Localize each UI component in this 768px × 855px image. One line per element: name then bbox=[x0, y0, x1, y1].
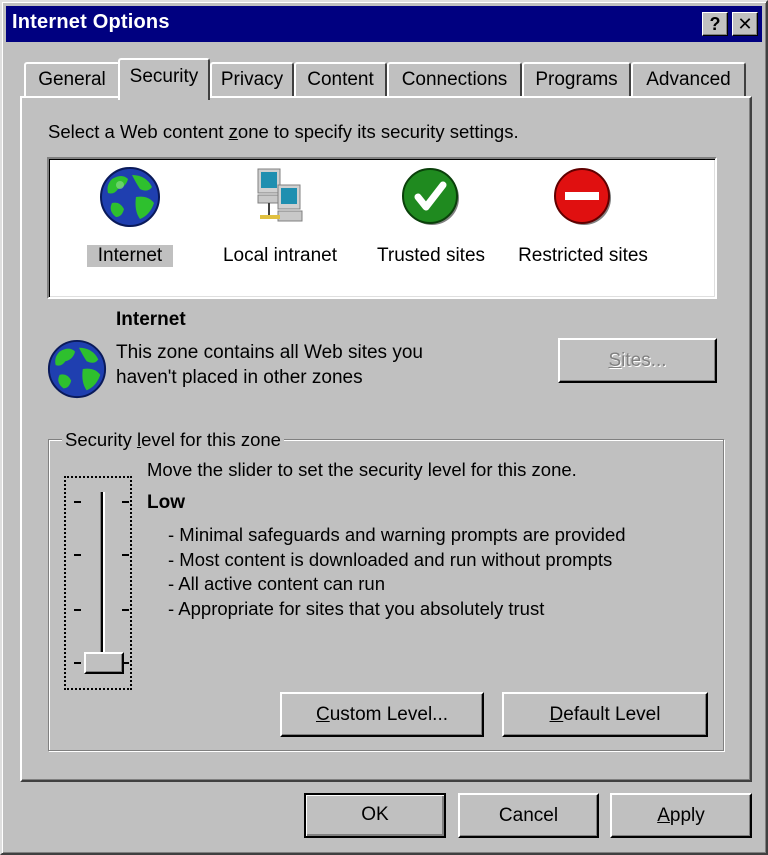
ok-button[interactable]: OK bbox=[304, 793, 446, 838]
security-level-legend: Security level for this zone bbox=[62, 429, 284, 451]
slider-thumb[interactable] bbox=[84, 652, 124, 674]
tab-strip: General Security Privacy Content Connect… bbox=[20, 58, 760, 100]
red-no-entry-icon bbox=[554, 168, 611, 225]
zone-label: Internet bbox=[87, 245, 173, 267]
help-button[interactable]: ? bbox=[702, 12, 728, 36]
window-title: Internet Options bbox=[12, 11, 170, 33]
sites-button[interactable]: Sites... bbox=[558, 338, 717, 383]
selected-zone-name: Internet bbox=[116, 309, 186, 330]
tab-privacy[interactable]: Privacy bbox=[210, 62, 294, 98]
title-bar[interactable]: Internet Options ? ✕ bbox=[6, 6, 762, 42]
tab-general[interactable]: General bbox=[24, 62, 120, 98]
slider-tick bbox=[74, 662, 81, 664]
close-button[interactable]: ✕ bbox=[732, 12, 758, 36]
custom-level-button[interactable]: Custom Level... bbox=[280, 692, 484, 737]
tab-connections[interactable]: Connections bbox=[387, 62, 522, 98]
zone-trusted-sites[interactable]: Trusted sites bbox=[371, 165, 491, 267]
zone-local-intranet[interactable]: Local intranet bbox=[215, 165, 345, 267]
zone-list[interactable]: Internet Local intranet Trusted sites Re… bbox=[47, 157, 717, 299]
cancel-button[interactable]: Cancel bbox=[458, 793, 599, 838]
security-level-description: - Minimal safeguards and warning prompts… bbox=[168, 524, 626, 619]
zone-internet[interactable]: Internet bbox=[87, 165, 173, 267]
selected-zone-description: This zone contains all Web sites you hav… bbox=[116, 342, 423, 388]
network-computers-icon bbox=[257, 168, 303, 222]
tab-programs[interactable]: Programs bbox=[522, 62, 631, 98]
slider-track bbox=[100, 492, 105, 667]
internet-options-dialog: Internet Options ? ✕ General Security Pr… bbox=[0, 0, 768, 855]
close-icon: ✕ bbox=[737, 14, 753, 34]
apply-button[interactable]: Apply bbox=[610, 793, 752, 838]
slider-tick bbox=[74, 609, 81, 611]
zone-instruction: Select a Web content zone to specify its… bbox=[48, 121, 519, 142]
zone-restricted-sites[interactable]: Restricted sites bbox=[511, 165, 655, 267]
slider-tick bbox=[74, 501, 81, 503]
default-level-button[interactable]: Default Level bbox=[502, 692, 708, 737]
slider-tick bbox=[122, 501, 129, 503]
tab-content[interactable]: Content bbox=[294, 62, 387, 98]
tab-advanced[interactable]: Advanced bbox=[631, 62, 746, 98]
selected-zone-globe-icon bbox=[47, 339, 107, 399]
help-icon: ? bbox=[709, 14, 721, 34]
zone-label: Local intranet bbox=[222, 245, 338, 266]
security-level-name: Low bbox=[147, 492, 185, 513]
zone-label: Restricted sites bbox=[518, 245, 648, 266]
slider-instruction: Move the slider to set the security leve… bbox=[147, 459, 577, 480]
slider-tick bbox=[74, 554, 81, 556]
slider-tick bbox=[122, 554, 129, 556]
tab-security[interactable]: Security bbox=[118, 58, 210, 100]
globe-icon bbox=[100, 167, 160, 227]
green-check-icon bbox=[402, 168, 459, 225]
slider-tick bbox=[122, 609, 129, 611]
zone-label: Trusted sites bbox=[376, 245, 486, 266]
